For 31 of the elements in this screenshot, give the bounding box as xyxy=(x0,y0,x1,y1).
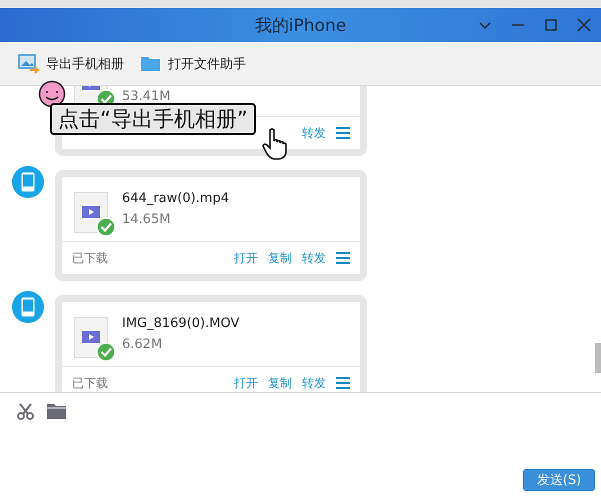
video-file-icon xyxy=(74,317,108,358)
action-link[interactable]: 打开 xyxy=(234,374,258,392)
action-link[interactable]: 转发 xyxy=(302,250,326,266)
menu-icon[interactable] xyxy=(336,252,350,264)
window-title: 我的iPhone xyxy=(254,14,346,36)
action-link[interactable]: 转发 xyxy=(302,374,326,392)
action-link[interactable]: 复制 xyxy=(268,374,292,392)
file-size: 53.41M xyxy=(122,89,170,104)
export-picture-icon xyxy=(18,54,40,74)
hint-callout: 点击“导出手机相册” xyxy=(50,103,256,135)
download-status: 已下载 xyxy=(72,250,108,266)
scissors-icon[interactable] xyxy=(16,403,35,420)
file-name: IMG_8169(0).MOV xyxy=(122,316,240,331)
file-size: 6.62M xyxy=(122,337,164,352)
file-name: 644_raw(0).mp4 xyxy=(122,191,229,206)
menu-icon[interactable] xyxy=(336,377,350,389)
action-link[interactable]: 复制 xyxy=(268,250,292,266)
send-button[interactable]: 发送(S) xyxy=(523,469,595,491)
video-file-icon xyxy=(74,192,108,233)
download-status: 已下载 xyxy=(72,374,108,392)
action-link[interactable]: 打开 xyxy=(234,250,258,266)
phone-avatar xyxy=(12,291,44,323)
toolbar-button[interactable]: 导出手机相册 xyxy=(16,52,126,76)
action-link[interactable]: 转发 xyxy=(302,124,326,142)
file-size: 14.65M xyxy=(122,212,172,227)
menu-icon[interactable] xyxy=(336,127,350,139)
scrollbar-thumb[interactable] xyxy=(595,343,601,373)
close-icon[interactable] xyxy=(575,16,593,34)
phone-avatar xyxy=(12,166,44,198)
folder-icon[interactable] xyxy=(47,403,66,420)
toolbar-button[interactable]: 打开文件助手 xyxy=(138,52,248,76)
